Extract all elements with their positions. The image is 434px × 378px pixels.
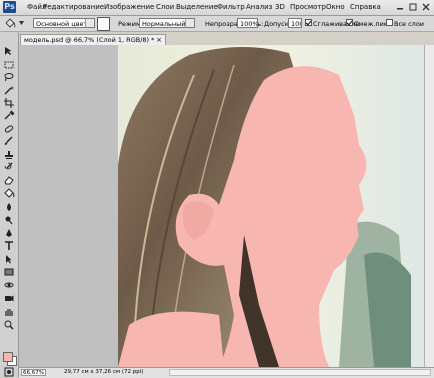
brush-icon[interactable] [3,136,15,146]
paint-bucket-icon[interactable] [4,18,16,29]
paint-bucket-icon[interactable] [3,188,15,198]
photoshop-logo-icon: Ps [3,1,16,13]
menu-filter[interactable]: Фильтр [217,3,245,11]
zoom-icon[interactable] [3,320,15,330]
3d-rotate-icon[interactable] [3,280,15,290]
menu-image[interactable]: Изображение [104,3,154,11]
type-icon[interactable] [3,241,15,251]
zoom-field[interactable]: 66,67% [21,369,46,376]
3d-camera-icon[interactable] [3,293,15,303]
fill-source-select[interactable]: Основной цвет [33,18,95,28]
opacity-value: 100% [240,20,258,28]
status-bar: 66,67% 29,77 см x 37,26 см (72 ppi) [19,367,434,378]
menu-help[interactable]: Справка [350,3,381,11]
image-canvas[interactable] [19,45,424,367]
chevron-down-icon [85,19,94,27]
lasso-icon[interactable] [3,72,15,82]
marquee-icon[interactable] [3,60,15,70]
mode-select[interactable]: Нормальный [139,18,195,28]
pen-icon[interactable] [3,228,15,238]
chevron-down-icon [185,19,194,27]
menu-bar: Ps Файл Редактирование Изображение Слои … [0,0,434,16]
menu-layers[interactable]: Слои [156,3,174,11]
tolerance-label: Допуск: [264,20,291,28]
document-info: 29,77 см x 37,26 см (72 ppi) [64,369,144,375]
horizontal-scrollbar[interactable] [169,369,431,376]
menu-view[interactable]: Просмотр [290,3,326,11]
vertical-scrollbar[interactable] [424,45,434,367]
magic-wand-icon[interactable] [3,85,15,95]
menu-edit[interactable]: Редактирование [43,3,104,11]
menu-3d[interactable]: 3D [275,3,285,11]
menu-select[interactable]: Выделение [176,3,218,11]
healing-icon[interactable] [3,124,15,134]
tools-panel [0,32,19,377]
all-layers-label: Все слои [394,20,425,28]
canvas-area[interactable] [19,45,424,367]
menu-analysis[interactable]: Анализ [246,3,272,11]
options-bar: Основной цвет Режим: Нормальный Непрозра… [0,16,434,32]
hand-icon[interactable] [3,307,15,317]
tolerance-field[interactable]: 100 [288,18,302,28]
path-select-icon[interactable] [3,254,15,264]
crop-icon[interactable] [3,98,15,108]
pattern-swatch[interactable] [97,17,110,31]
shape-icon[interactable] [3,267,15,277]
opacity-field[interactable]: 100% [237,18,258,28]
eyedropper-icon[interactable] [3,110,15,120]
eraser-icon[interactable] [3,175,15,185]
contiguous-checkbox[interactable] [346,19,353,26]
menu-window[interactable]: Окно [326,3,345,11]
blur-icon[interactable] [3,202,15,212]
all-layers-checkbox[interactable] [386,19,393,26]
dodge-icon[interactable] [3,215,15,225]
maximize-icon[interactable] [409,3,417,11]
close-icon[interactable] [422,3,430,11]
foreground-color-swatch[interactable] [3,352,13,362]
antialias-checkbox[interactable] [305,19,312,26]
mode-value: Нормальный [142,20,186,28]
clone-stamp-icon[interactable] [3,150,15,160]
tool-preset-chevron-icon[interactable] [19,21,24,25]
fill-source-value: Основной цвет [36,20,88,28]
history-brush-icon[interactable] [3,162,15,172]
minimize-icon[interactable] [396,3,404,11]
tolerance-value: 100 [291,20,301,28]
document-tab[interactable]: модель.psd @ 66,7% (Слой 1, RGB/8) * × [20,34,166,45]
move-icon[interactable] [3,46,15,56]
quick-mask-icon[interactable] [3,367,15,377]
document-title: модель.psd @ 66,7% (Слой 1, RGB/8) * [24,36,155,44]
